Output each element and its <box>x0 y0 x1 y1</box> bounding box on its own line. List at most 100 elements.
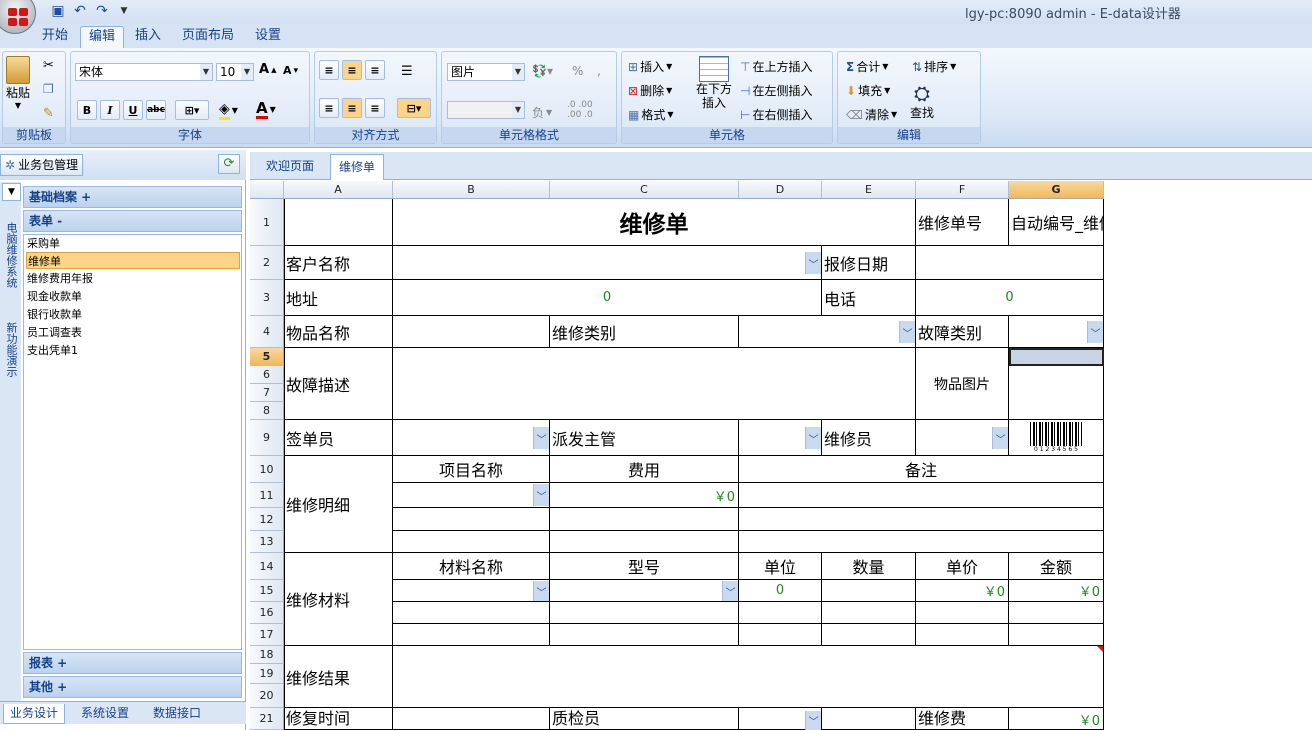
unit-field[interactable] <box>739 602 822 624</box>
label-item-picture[interactable]: 物品图片 <box>916 348 1009 420</box>
section-forms[interactable]: 表单 - <box>23 210 242 232</box>
repair-time-field[interactable] <box>393 708 550 730</box>
list-item[interactable]: 现金收款单 <box>26 288 240 305</box>
sum-button[interactable]: Σ 合计 ▼ <box>846 58 888 75</box>
row-header[interactable]: 20 <box>250 684 284 708</box>
insert-left-button[interactable]: ⊣ 在左侧插入 <box>740 82 812 99</box>
fault-type-dropdown[interactable]: ﹀ <box>1087 321 1103 343</box>
section-reports[interactable]: 报表 + <box>23 652 242 674</box>
align-left-icon[interactable]: ≡ <box>319 98 339 118</box>
active-cell-cursor[interactable] <box>1009 348 1104 366</box>
label-address[interactable]: 地址 <box>284 280 393 316</box>
auto-number-field[interactable]: 自动编号_维修 <box>1009 199 1104 246</box>
column-header[interactable]: F <box>916 181 1009 199</box>
form-title[interactable]: 维修单 <box>393 199 916 246</box>
column-header-selected[interactable]: G <box>1009 181 1104 199</box>
dispatcher-dropdown[interactable]: ﹀ <box>805 427 821 449</box>
cell[interactable] <box>284 199 393 246</box>
sort-button[interactable]: ⇅ 排序 ▼ <box>912 58 956 75</box>
cell-format-select[interactable]: 图片 ▼ <box>447 63 525 81</box>
label-repair-detail[interactable]: 维修明细 <box>284 456 393 553</box>
package-manager-button[interactable]: ✲ 业务包管理 <box>0 154 84 176</box>
tab-system-settings[interactable]: 系统设置 <box>75 704 135 724</box>
fill-button[interactable]: ⬇ 填充 ▼ <box>846 82 890 99</box>
row-header[interactable]: 21 <box>250 708 284 730</box>
row-header[interactable]: 6 <box>250 366 284 384</box>
unit-field[interactable]: 0 <box>739 580 822 602</box>
insert-below-button[interactable]: 在下方 插入 <box>696 56 732 110</box>
tab-business-design[interactable]: 业务设计 <box>3 704 66 724</box>
amount-field[interactable] <box>1009 624 1104 646</box>
section-other[interactable]: 其他 + <box>23 676 242 698</box>
label-dispatcher[interactable]: 派发主管 <box>550 420 739 456</box>
row-header[interactable]: 9 <box>250 420 284 456</box>
column-header[interactable]: D <box>739 181 822 199</box>
tab-settings[interactable]: 设置 <box>247 26 289 48</box>
format-painter-icon[interactable]: ✎ <box>43 106 54 121</box>
repair-fee-field[interactable]: ￥0 <box>1009 708 1104 730</box>
column-header[interactable]: B <box>393 181 550 199</box>
row-header[interactable]: 11 <box>250 483 284 508</box>
header-amount[interactable]: 金额 <box>1009 553 1104 580</box>
quantity-field[interactable] <box>822 580 916 602</box>
quantity-field[interactable] <box>822 624 916 646</box>
tab-data-interface[interactable]: 数据接口 <box>147 704 207 724</box>
material-name-field[interactable] <box>393 580 550 602</box>
clear-button[interactable]: ⌫ 清除 ▼ <box>846 106 897 123</box>
model-dropdown[interactable]: ﹀ <box>722 581 738 601</box>
row-header[interactable]: 4 <box>250 316 284 348</box>
decimal-select[interactable]: ▼ <box>447 101 525 119</box>
inspector-dropdown[interactable]: ﹀ <box>805 711 821 730</box>
delete-button[interactable]: ⊠ 删除 ▼ <box>628 82 672 99</box>
decimal-increase-icon[interactable]: .0 .00.00 .0 <box>567 100 593 120</box>
repair-type-field[interactable] <box>739 316 916 348</box>
label-repair-type[interactable]: 维修类别 <box>550 316 739 348</box>
row-header[interactable]: 7 <box>250 384 284 402</box>
copy-icon[interactable]: ❐ <box>43 82 54 96</box>
tab-page-layout[interactable]: 页面布局 <box>174 26 242 48</box>
header-model[interactable]: 型号 <box>550 553 739 580</box>
insert-button[interactable]: ⊞ 插入 ▼ <box>628 58 672 75</box>
customer-dropdown[interactable]: ﹀ <box>805 252 821 274</box>
repair-type-dropdown[interactable]: ﹀ <box>899 321 915 343</box>
wrap-text-icon[interactable]: ☰ <box>401 64 413 79</box>
repairer-dropdown[interactable]: ﹀ <box>992 427 1008 449</box>
remark-field[interactable] <box>739 508 1104 531</box>
item-name-field[interactable] <box>393 316 550 348</box>
header-unit[interactable]: 单位 <box>739 553 822 580</box>
label-customer[interactable]: 客户名称 <box>284 246 393 280</box>
material-name-field[interactable] <box>393 624 550 646</box>
project-field[interactable] <box>393 531 550 553</box>
amount-field[interactable]: ￥0 <box>1009 580 1104 602</box>
cost-field[interactable]: ￥0 <box>550 483 739 508</box>
merge-cells-button[interactable]: ⊟▾ <box>397 98 431 118</box>
vtab-feature-demo[interactable]: 新功能演示 <box>3 322 19 377</box>
label-item-name[interactable]: 物品名称 <box>284 316 393 348</box>
row-header[interactable]: 16 <box>250 602 284 624</box>
label-repair-materials[interactable]: 维修材料 <box>284 553 393 646</box>
header-unit-price[interactable]: 单价 <box>916 553 1009 580</box>
list-item[interactable]: 支出凭单1 <box>26 342 240 359</box>
comma-format-button[interactable]: , <box>597 64 601 78</box>
row-header[interactable]: 3 <box>250 280 284 316</box>
signer-field[interactable] <box>393 420 550 456</box>
amount-field[interactable] <box>1009 602 1104 624</box>
unit-price-field[interactable] <box>916 602 1009 624</box>
label-inspector[interactable]: 质检员 <box>550 708 739 730</box>
remark-field[interactable] <box>739 483 1104 508</box>
label-repair-no[interactable]: 维修单号 <box>916 199 1009 246</box>
italic-button[interactable]: I <box>100 100 120 120</box>
row-header[interactable]: 1 <box>250 199 284 246</box>
border-button[interactable]: ⊞▾ <box>175 100 209 120</box>
quantity-field[interactable] <box>822 602 916 624</box>
unit-price-field[interactable] <box>916 624 1009 646</box>
label-repairer[interactable]: 维修员 <box>822 420 916 456</box>
font-size-select[interactable]: 10 ▼ <box>216 63 254 81</box>
negative-format-button[interactable]: 负 ▼ <box>532 104 552 121</box>
row-header[interactable]: 10 <box>250 456 284 483</box>
format-button[interactable]: ▦ 格式 ▼ <box>628 106 674 123</box>
spreadsheet[interactable]: A B C D E F G 1 2 3 4 5 6 7 8 9 10 11 12… <box>250 181 1312 730</box>
list-item[interactable]: 采购单 <box>26 235 240 252</box>
project-field[interactable] <box>393 508 550 531</box>
label-fault-type[interactable]: 故障类别 <box>916 316 1009 348</box>
